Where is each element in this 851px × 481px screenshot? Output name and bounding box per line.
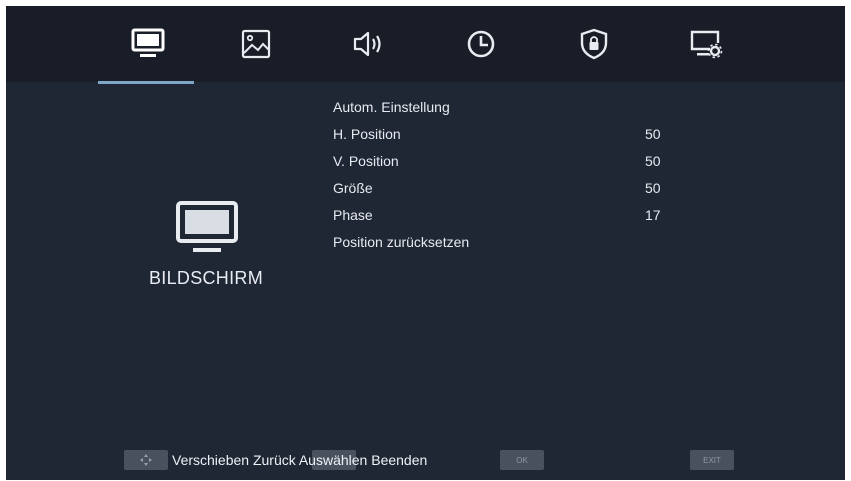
speaker-icon <box>353 31 381 57</box>
monitor-icon <box>176 201 238 252</box>
clock-icon <box>467 30 495 58</box>
tab-time[interactable] <box>451 18 511 70</box>
ok-key[interactable]: OK <box>500 450 544 470</box>
menu-item-label: V. Position <box>333 153 399 169</box>
menu-item-phase[interactable]: Phase 17 <box>333 207 733 229</box>
tab-lock[interactable] <box>564 18 624 70</box>
menu-item-label: Größe <box>333 180 373 196</box>
menu-item-h-position[interactable]: H. Position 50 <box>333 126 733 148</box>
move-key[interactable] <box>124 450 168 470</box>
menu-item-label: Position zurücksetzen <box>333 234 470 250</box>
menu-item-size[interactable]: Größe 50 <box>333 180 733 202</box>
picture-icon <box>241 29 271 59</box>
tab-picture[interactable] <box>226 18 286 70</box>
monitor-icon <box>131 28 165 57</box>
menu-item-label: Phase <box>333 207 373 223</box>
tab-sound[interactable] <box>338 18 398 70</box>
menu-tab-bar <box>6 6 845 82</box>
display-settings-icon <box>690 30 723 59</box>
exit-key[interactable]: EXIT <box>690 450 734 470</box>
dpad-icon <box>140 454 152 466</box>
footer-hint-text: Verschieben Zurück Auswählen Beenden <box>172 452 428 468</box>
active-tab-indicator <box>98 81 194 84</box>
menu-item-value: 17 <box>645 207 661 223</box>
tab-screen[interactable] <box>118 18 178 70</box>
menu-item-value: 50 <box>645 126 661 142</box>
section-title: BILDSCHIRM <box>148 268 263 288</box>
menu-item-reset-position[interactable]: Position zurücksetzen <box>333 234 733 256</box>
menu-item-label: Autom. Einstellung <box>333 99 450 115</box>
menu-item-label: H. Position <box>333 126 401 142</box>
shield-lock-icon <box>580 28 608 60</box>
osd-screen: BILDSCHIRM Autom. Einstellung H. Positio… <box>6 6 845 480</box>
menu-item-value: 50 <box>645 180 661 196</box>
tab-setup[interactable] <box>676 18 736 70</box>
menu-item-auto-adjust[interactable]: Autom. Einstellung <box>333 99 733 121</box>
menu-item-value: 50 <box>645 153 661 169</box>
menu-item-v-position[interactable]: V. Position 50 <box>333 153 733 175</box>
